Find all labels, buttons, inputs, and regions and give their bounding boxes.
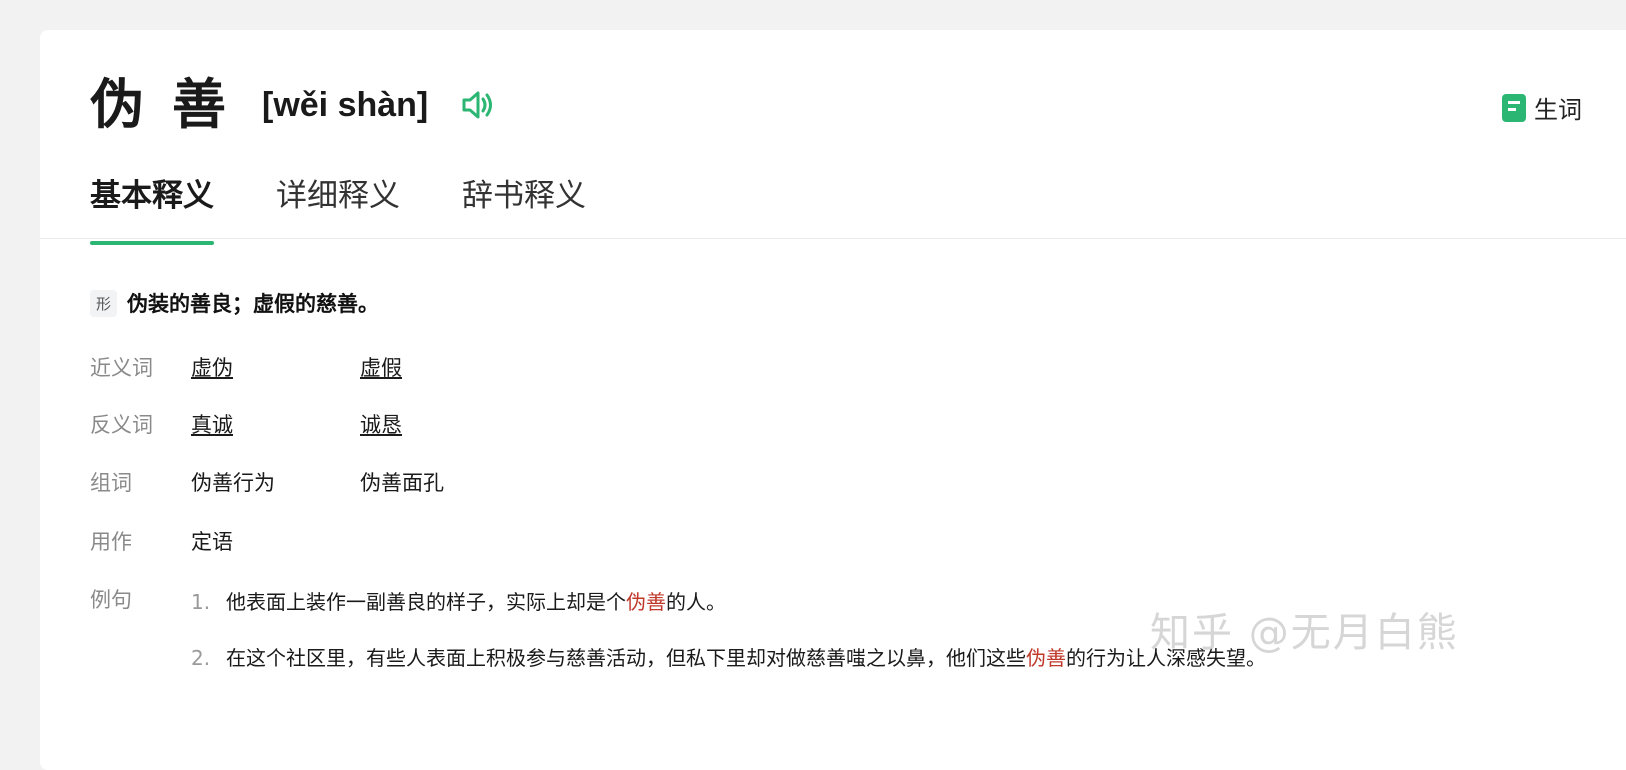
- example-number: 2.: [191, 646, 211, 670]
- example-highlight: 伪善: [626, 590, 666, 614]
- examples-row: 例句: [90, 584, 191, 614]
- vocab-book-button[interactable]: 生词: [1502, 90, 1582, 125]
- antonym-link[interactable]: 真诚: [191, 409, 360, 439]
- compound-word: 伪善面孔: [360, 471, 444, 495]
- watermark: 知乎 @无月白熊: [1150, 610, 1459, 656]
- example-text: 他表面上装作一副善良的样子，实际上却是个: [226, 590, 626, 614]
- pos-tag: 形: [90, 289, 118, 317]
- tab-detailed[interactable]: 详细释义: [276, 170, 400, 239]
- tab-dictionary[interactable]: 辞书释义: [462, 170, 586, 239]
- vocab-label: 生词: [1534, 96, 1582, 124]
- example-text: 在这个社区里，有些人表面上积极参与慈善活动，但私下里却对做慈善嗤之以鼻，他们这些: [226, 646, 1026, 670]
- synonym-link[interactable]: 虚伪: [191, 352, 360, 382]
- compounds-row: 组词 伪善行为 伪善面孔: [90, 467, 444, 497]
- definition-text: 伪装的善良；虚假的慈善。: [127, 292, 380, 316]
- tab-divider: [40, 238, 1626, 239]
- antonyms-label: 反义词: [90, 413, 153, 437]
- example-highlight: 伪善: [1026, 646, 1066, 670]
- compounds-label: 组词: [90, 471, 132, 495]
- speaker-icon[interactable]: [458, 85, 498, 125]
- synonyms-label: 近义词: [90, 356, 153, 380]
- definition: 形 伪装的善良；虚假的慈善。: [90, 288, 379, 318]
- example-number: 1.: [191, 590, 211, 614]
- antonym-link[interactable]: 诚恳: [360, 409, 402, 439]
- compound-word: 伪善行为: [191, 471, 275, 495]
- tab-basic[interactable]: 基本释义: [90, 170, 214, 245]
- synonyms-row: 近义词 虚伪 虚假: [90, 352, 402, 382]
- example-sentence: 1. 他表面上装作一副善良的样子，实际上却是个 伪善 的人。: [191, 586, 726, 615]
- usage-label: 用作: [90, 530, 132, 554]
- examples-label: 例句: [90, 588, 132, 612]
- usage-row: 用作 定语: [90, 526, 360, 556]
- pinyin: [wěi shàn]: [262, 86, 429, 124]
- example-sentence: 2. 在这个社区里，有些人表面上积极参与慈善活动，但私下里却对做慈善嗤之以鼻，他…: [191, 642, 1266, 671]
- synonym-link[interactable]: 虚假: [360, 352, 402, 382]
- usage-value: 定语: [191, 530, 233, 554]
- example-text: 的人。: [666, 590, 726, 614]
- tab-bar: 基本释义 详细释义 辞书释义: [90, 170, 586, 245]
- vocab-book-icon: [1502, 93, 1526, 122]
- entry-card: 伪善 [wěi shàn] 生词 基本释义 详细释义 辞书释义 形 伪装的善良；…: [40, 30, 1626, 770]
- headword: 伪善: [90, 73, 254, 136]
- antonyms-row: 反义词 真诚 诚恳: [90, 409, 402, 439]
